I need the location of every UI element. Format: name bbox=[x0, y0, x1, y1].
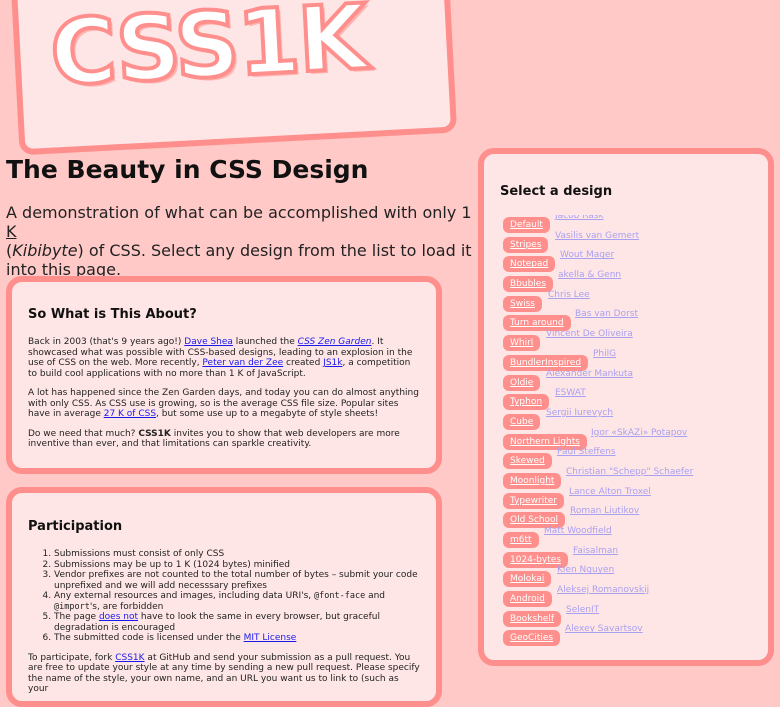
rule-item: Submissions may be up to 1 K (1024 bytes… bbox=[54, 560, 420, 571]
design-list-item: m6tt Matt Woodfield bbox=[500, 526, 752, 550]
site-logo: CSS1K bbox=[46, 0, 371, 108]
about-heading: So What is This About? bbox=[28, 307, 197, 322]
link-mit-license[interactable]: MIT License bbox=[244, 633, 297, 643]
design-list-item: 1024-bytes Faisalman bbox=[500, 546, 752, 570]
rules-list: Submissions must consist of only CSS Sub… bbox=[28, 549, 420, 644]
design-button[interactable]: Bookshelf bbox=[503, 610, 561, 627]
design-button[interactable]: Android bbox=[503, 591, 552, 608]
link-dave-shea[interactable]: Dave Shea bbox=[184, 337, 233, 347]
design-button[interactable]: Default bbox=[503, 217, 550, 233]
link-css1k-github[interactable]: CSS1K bbox=[115, 653, 144, 663]
design-list-item: Old School Roman Liutikov bbox=[500, 506, 752, 530]
design-button[interactable]: Typhon bbox=[503, 394, 550, 411]
design-author-link[interactable]: Alexander Mankuta bbox=[546, 369, 633, 379]
link-js1k[interactable]: JS1k bbox=[323, 358, 342, 368]
participation-text: To participate, fork CSS1K at GitHub and… bbox=[28, 652, 420, 695]
design-list[interactable]: Default Jacob Rask Stripes Vasilis van Geme… bbox=[500, 215, 752, 655]
design-button[interactable]: m6tt bbox=[503, 532, 539, 548]
design-author-link[interactable]: Chris Lee bbox=[548, 290, 590, 300]
rule-item: Any external resources and images, inclu… bbox=[54, 591, 420, 612]
design-list-item: Whirl Vincent De Oliveira bbox=[500, 329, 752, 353]
rule-item: The submitted code is licensed under the… bbox=[54, 633, 420, 644]
about-paragraph-3: Do we need that much? CSS1K invites you … bbox=[28, 428, 400, 450]
participation-heading: Participation bbox=[28, 519, 123, 534]
design-author-link[interactable]: Roman Liutikov bbox=[570, 506, 639, 516]
rule-item: Submissions must consist of only CSS bbox=[54, 549, 420, 560]
design-author-link[interactable]: Bas van Dorst bbox=[575, 309, 638, 319]
design-button[interactable]: Molokai bbox=[503, 571, 552, 588]
design-author-link[interactable]: Lance Alton Troxel bbox=[569, 487, 651, 497]
design-author-link[interactable]: Paul Steffens bbox=[557, 447, 616, 457]
about-paragraph-1: Back in 2003 (that's 9 years ago!) Dave … bbox=[28, 337, 413, 379]
rule-item: Vendor prefixes are not counted to the t… bbox=[54, 570, 420, 591]
design-author-link[interactable]: Vasilis van Gemert bbox=[555, 231, 639, 241]
design-author-link[interactable]: akella & Genn bbox=[558, 270, 621, 280]
link-does-not[interactable]: does not bbox=[99, 612, 138, 622]
unit-abbr: K bbox=[6, 222, 17, 241]
design-list-item: Notepad Wout Mager bbox=[500, 250, 752, 274]
design-author-link[interactable]: Aleksej Romanovskij bbox=[557, 585, 649, 595]
design-list-item: Typhon ESWAT bbox=[500, 388, 752, 412]
design-author-link[interactable]: SelenIT bbox=[566, 605, 599, 615]
design-button[interactable]: Moonlight bbox=[503, 472, 562, 489]
design-button[interactable]: Skewed bbox=[503, 453, 552, 470]
design-button[interactable]: Whirl bbox=[503, 335, 541, 352]
design-author-link[interactable]: Sergii Iurevych bbox=[546, 408, 613, 418]
design-button[interactable]: Notepad bbox=[503, 256, 556, 273]
intro-text: A demonstration of what can be accomplis… bbox=[6, 203, 472, 279]
design-list-item: GeoCities Alexey Savartsov bbox=[500, 624, 752, 648]
design-author-link[interactable]: Jacob Rask bbox=[555, 215, 604, 221]
design-button[interactable]: Typewriter bbox=[503, 492, 564, 509]
rule-item: The page does not have to look the same … bbox=[54, 612, 420, 633]
logo-card: CSS1K bbox=[8, 0, 458, 156]
design-author-link[interactable]: Alexey Savartsov bbox=[565, 624, 643, 634]
page-title: The Beauty in CSS Design bbox=[6, 155, 369, 184]
design-button[interactable]: Cube bbox=[503, 413, 541, 430]
design-button[interactable]: Bbubles bbox=[503, 276, 554, 293]
design-button[interactable]: Swiss bbox=[503, 295, 542, 312]
link-css-zen-garden[interactable]: CSS Zen Garden bbox=[298, 337, 372, 347]
design-selector: Select a design Default Jacob Rask Stripes… bbox=[478, 148, 774, 666]
design-author-link[interactable]: Wout Mager bbox=[560, 250, 614, 260]
design-list-item: Bbubles akella & Genn bbox=[500, 270, 752, 294]
design-list-item: Android Aleksej Romanovskij bbox=[500, 585, 752, 609]
design-list-item: Northern Lights Igor «SkAZi» Potapov bbox=[500, 428, 752, 452]
design-author-link[interactable]: ESWAT bbox=[555, 388, 586, 398]
about-section: So What is This About? Back in 2003 (tha… bbox=[6, 276, 442, 474]
design-author-link[interactable]: Faisalman bbox=[573, 546, 618, 556]
participation-section: Participation Submissions must consist o… bbox=[6, 487, 442, 707]
link-peter-van-der-zee[interactable]: Peter van der Zee bbox=[202, 358, 283, 368]
design-author-link[interactable]: Vincent De Oliveira bbox=[546, 329, 633, 339]
design-button[interactable]: GeoCities bbox=[503, 630, 561, 647]
design-author-link[interactable]: PhilG bbox=[593, 349, 616, 359]
design-list-item: Stripes Vasilis van Gemert bbox=[500, 231, 752, 255]
design-list-item: Oldie Alexander Mankuta bbox=[500, 369, 752, 393]
link-27k-of-css[interactable]: 27 K of CSS bbox=[104, 409, 156, 419]
about-paragraph-2: A lot has happened since the Zen Garden … bbox=[28, 388, 419, 419]
design-button[interactable]: Stripes bbox=[503, 236, 549, 253]
design-author-link[interactable]: Matt Woodfield bbox=[544, 526, 612, 536]
design-author-link[interactable]: Igor «SkAZi» Potapov bbox=[591, 428, 687, 438]
selector-heading: Select a design bbox=[500, 184, 613, 199]
design-author-link[interactable]: Christian "Schepp" Schaefer bbox=[566, 467, 693, 477]
design-author-link[interactable]: Kien Nguyen bbox=[557, 565, 614, 575]
design-button[interactable]: Oldie bbox=[503, 374, 541, 391]
